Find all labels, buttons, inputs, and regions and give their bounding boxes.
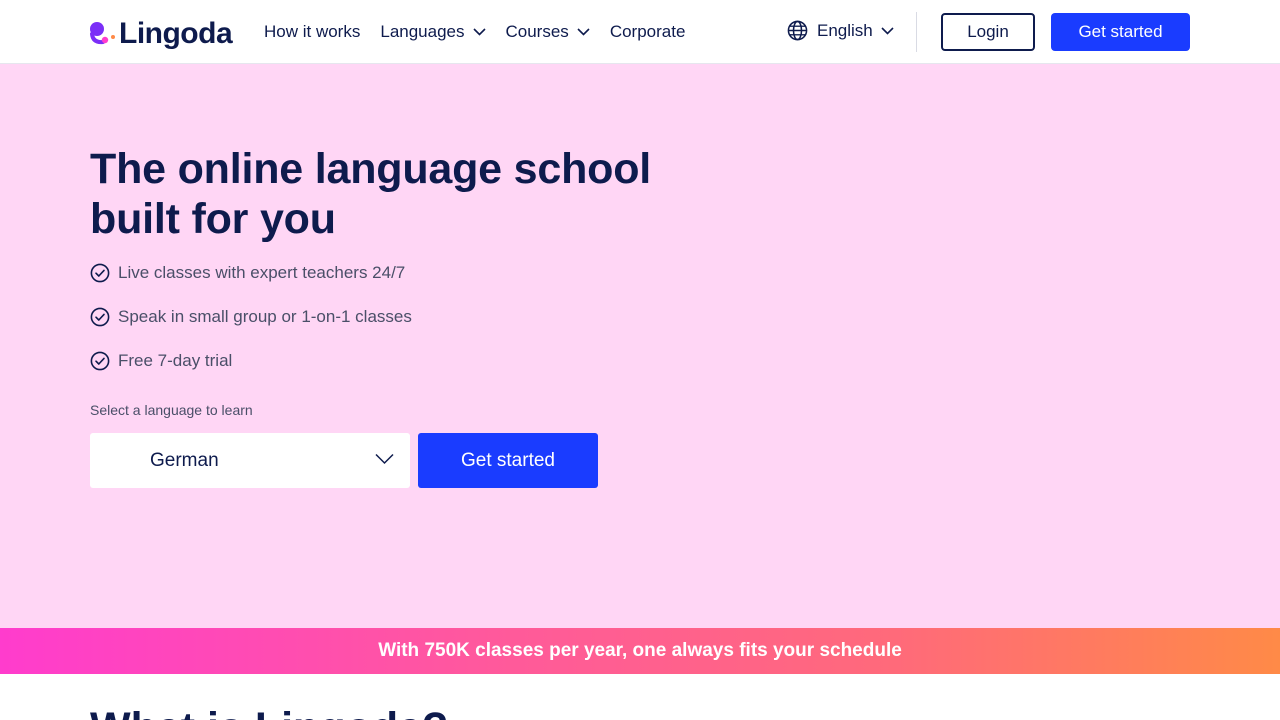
language-select[interactable]: German (90, 433, 410, 488)
feature-text: Speak in small group or 1-on-1 classes (118, 307, 412, 326)
hero-get-started-button[interactable]: Get started (418, 433, 598, 488)
nav-courses[interactable]: Courses (506, 22, 590, 42)
section-title: What is Lingoda? (90, 704, 448, 720)
feature-list: Live classes with expert teachers 24/7 S… (90, 260, 412, 392)
site-language-switcher[interactable]: English (787, 20, 894, 41)
nav-how-it-works[interactable]: How it works (264, 22, 360, 42)
chevron-down-icon (881, 26, 894, 35)
feature-text: Live classes with expert teachers 24/7 (118, 263, 406, 282)
banner-text: With 750K classes per year, one always f… (378, 640, 902, 661)
nav-label: Languages (380, 22, 465, 41)
chevron-down-icon (375, 453, 394, 465)
site-language-label: English (817, 20, 873, 40)
nav-label: Courses (505, 22, 569, 41)
logo-text: Lingoda (119, 17, 233, 50)
header-divider (916, 12, 917, 52)
feature-item: Live classes with expert teachers 24/7 (90, 260, 412, 286)
feature-item: Free 7-day trial (90, 348, 412, 374)
chevron-down-icon (472, 28, 486, 36)
check-circle-icon (90, 307, 110, 327)
globe-icon (787, 20, 808, 41)
nav-corporate[interactable]: Corporate (610, 22, 686, 42)
header-get-started-button[interactable]: Get started (1051, 13, 1190, 51)
chevron-down-icon (577, 28, 590, 36)
main-nav: How it works Languages Courses Corporate (264, 0, 705, 64)
nav-languages[interactable]: Languages (380, 22, 486, 42)
lingoda-logo[interactable]: Lingoda (89, 16, 233, 52)
check-circle-icon (90, 263, 110, 283)
language-select-label: Select a language to learn (90, 402, 253, 418)
site-header: Lingoda How it works Languages Courses C… (0, 0, 1280, 64)
what-is-lingoda-section: What is Lingoda? (0, 674, 1280, 720)
nav-label: How it works (264, 22, 361, 41)
promo-banner: With 750K classes per year, one always f… (0, 628, 1280, 674)
feature-item: Speak in small group or 1-on-1 classes (90, 304, 412, 330)
lingoda-logo-mark-icon (90, 22, 115, 45)
selected-language: German (150, 449, 219, 471)
feature-text: Free 7-day trial (118, 351, 233, 370)
check-circle-icon (90, 351, 110, 371)
nav-label: Corporate (609, 22, 686, 41)
login-button[interactable]: Login (941, 13, 1035, 51)
hero-section: The online language school built for you… (0, 64, 1280, 628)
hero-title: The online language school built for you (90, 145, 652, 243)
